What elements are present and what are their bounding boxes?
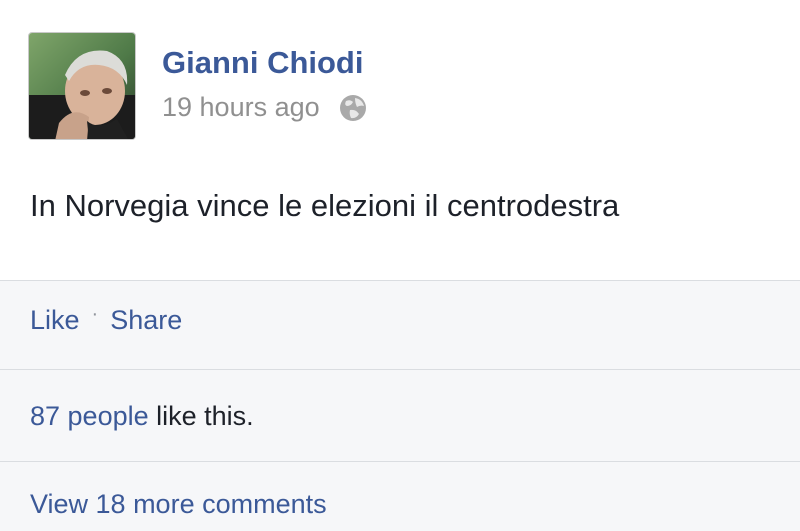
view-more-comments-link[interactable]: View 18 more comments (30, 489, 327, 520)
likes-count-link[interactable]: 87 people (30, 401, 149, 431)
share-button[interactable]: Share (110, 305, 182, 336)
divider (0, 461, 800, 462)
globe-icon[interactable] (338, 93, 368, 123)
action-bar: Like · Share (30, 303, 182, 336)
author-name[interactable]: Gianni Chiodi (162, 45, 364, 81)
likes-suffix: like this. (148, 401, 254, 431)
avatar[interactable] (28, 32, 136, 140)
post-text: In Norvegia vince le elezioni il centrod… (30, 188, 620, 223)
action-separator: · (91, 303, 99, 325)
divider (0, 369, 800, 370)
post-header: Gianni Chiodi 19 hours ago In Norvegia v… (0, 0, 800, 280)
post-footer: Like · Share 87 people like this. View 1… (0, 280, 800, 531)
timestamp[interactable]: 19 hours ago (162, 92, 320, 123)
likes-summary: 87 people like this. (30, 401, 254, 432)
like-button[interactable]: Like (30, 305, 80, 336)
post-meta: 19 hours ago (162, 92, 368, 123)
avatar-image (29, 33, 135, 139)
